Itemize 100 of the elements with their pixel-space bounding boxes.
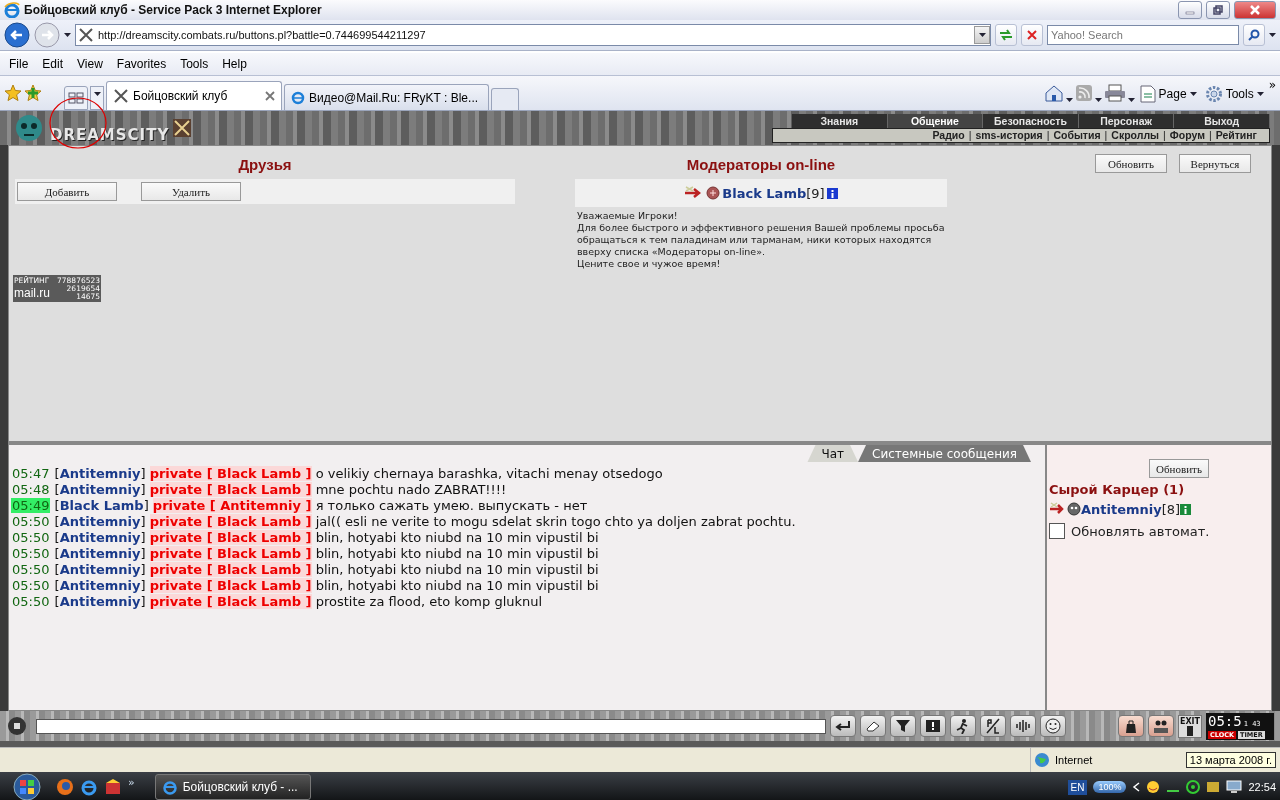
subnav-link[interactable]: Форум [1169, 129, 1205, 141]
security-zone: Internet [1055, 754, 1093, 766]
auto-refresh-checkbox[interactable] [1049, 523, 1065, 539]
crossed-swords-icon [113, 88, 129, 104]
running-figure-button[interactable] [950, 715, 976, 737]
nav-link[interactable]: Общение [887, 113, 984, 128]
refresh-button[interactable] [995, 24, 1017, 46]
message-sender[interactable]: [Antitemniy] [54, 594, 146, 609]
menu-item[interactable]: View [70, 55, 110, 73]
home-icon[interactable] [1043, 84, 1064, 102]
message-sender[interactable]: [Antitemniy] [54, 578, 146, 593]
smiley-icon[interactable] [1146, 780, 1161, 794]
clock-text[interactable]: 22:54 [1248, 781, 1276, 793]
caret-icon[interactable] [978, 33, 986, 37]
add-favorite-icon[interactable] [24, 84, 42, 102]
chat-tab[interactable]: Системные сообщения [858, 445, 1031, 462]
feed-caret-icon[interactable] [1094, 98, 1102, 102]
search-button[interactable] [1243, 24, 1265, 46]
friends-action-button[interactable]: Добавить [17, 182, 117, 201]
subnav-link[interactable]: Радио [932, 129, 965, 141]
stop-button[interactable] [1021, 24, 1043, 46]
restore-button[interactable] [1206, 1, 1230, 19]
message-time: 05:50 [11, 514, 51, 529]
address-dropdown[interactable] [974, 26, 990, 44]
caret-icon[interactable] [1256, 92, 1264, 96]
nav-link[interactable]: Персонаж [1078, 113, 1175, 128]
message-sender[interactable]: [Antitemniy] [54, 546, 146, 561]
message-sender[interactable]: [Antitemniy] [54, 562, 146, 577]
browser-tab[interactable]: Видео@Mail.Ru: FRyKT : Ble... [284, 84, 489, 110]
menu-item[interactable]: File [2, 55, 36, 73]
caret-icon[interactable] [1189, 92, 1197, 96]
moderator-name[interactable]: Black Lamb[9] [722, 185, 825, 201]
filter-button[interactable] [890, 715, 916, 737]
jail-user-name[interactable]: Antitemniy[8] [1081, 501, 1181, 517]
menu-item[interactable]: Edit [35, 55, 71, 73]
caret-icon[interactable] [93, 92, 101, 96]
print-caret-icon[interactable] [1127, 98, 1135, 102]
notice-text: Уважаемые Игроки! Для более быстрого и эффективного решения Вашей проблемы просьба обращаться к тем паладинам или тарманам, ники которых находятся вверху списка «Модераторы on-line». Цените свое и чужое время! [576, 209, 946, 271]
refresh-button[interactable]: Обновить [1149, 459, 1209, 478]
search-field[interactable]: Yahoo! Search [1047, 25, 1239, 45]
message-sender[interactable]: [Antitemniy] [54, 466, 146, 481]
crossed-swords-icon[interactable] [173, 119, 192, 137]
friends-action-button[interactable]: Удалить [141, 182, 241, 201]
subnav-link[interactable]: Скроллы [1111, 129, 1160, 141]
chat-tab[interactable]: Чат [807, 445, 859, 462]
panel-button[interactable]: Вернуться [1179, 154, 1251, 173]
send-button[interactable] [830, 715, 856, 737]
bag-button[interactable] [1117, 715, 1144, 737]
quick-tabs-button[interactable] [64, 86, 88, 110]
close-button[interactable] [1234, 1, 1276, 19]
command-menu[interactable]: Page [1136, 85, 1200, 103]
ie-icon[interactable] [80, 778, 98, 796]
pl-button[interactable] [980, 715, 1006, 737]
favorites-star-icon[interactable] [4, 84, 22, 102]
message-sender[interactable]: [Antitemniy] [54, 514, 146, 529]
chat-input[interactable] [36, 718, 826, 734]
message-sender[interactable]: [Black Lamb] [54, 498, 149, 513]
tab-list-button[interactable] [90, 86, 104, 110]
monitor-icon[interactable] [1226, 780, 1243, 794]
printer-icon[interactable] [1103, 84, 1126, 102]
tray-app-icon[interactable] [1206, 780, 1221, 794]
menu-item[interactable]: Help [215, 55, 254, 73]
message-sender[interactable]: [Antitemniy] [54, 482, 146, 497]
jail-title: Сырой Карцер (1) [1049, 482, 1186, 497]
menu-item[interactable]: Favorites [109, 55, 174, 73]
menu-item[interactable]: Tools [173, 55, 216, 73]
close-tab-icon[interactable] [265, 91, 275, 101]
game-icon[interactable] [104, 778, 122, 796]
exit-button[interactable]: EXIT [1177, 714, 1202, 738]
address-field[interactable]: http://dreamscity.combats.ru/buttons.pl?battle=0.744699544211297 [75, 24, 991, 46]
search-caret-icon[interactable] [1269, 33, 1276, 37]
history-caret-icon[interactable] [64, 33, 71, 37]
nav-link[interactable]: Безопасность [983, 113, 1079, 128]
info-icon[interactable] [826, 187, 838, 199]
message-time: 05:50 [11, 578, 51, 593]
browser-tab[interactable]: Бойцовский клуб [106, 81, 282, 110]
home-caret-icon[interactable] [1065, 98, 1073, 102]
message-sender[interactable]: [Antitemniy] [54, 530, 146, 545]
nav-link[interactable]: Знания [792, 113, 888, 128]
quick-launch-more[interactable]: » [128, 775, 135, 789]
panel-button[interactable]: Обновить [1095, 154, 1167, 173]
firefox-globe-icon[interactable] [56, 778, 74, 796]
subnav-link[interactable]: sms-история [975, 129, 1043, 141]
nav-link[interactable]: Выход [1174, 113, 1270, 128]
more-commands-button[interactable]: » [1268, 78, 1276, 92]
message-text: mne pochtu nado ZABRAT!!!! [315, 482, 507, 497]
subnav-link[interactable]: Рейтинг [1215, 129, 1257, 141]
language-indicator[interactable]: EN [1067, 779, 1088, 795]
group-button[interactable] [1147, 715, 1174, 737]
command-menu[interactable]: Tools [1201, 85, 1267, 103]
taskbar-button[interactable]: Бойцовский клуб - ... [154, 774, 311, 800]
smiley-button[interactable] [1040, 715, 1066, 737]
alert-button[interactable] [920, 715, 946, 737]
eraser-button[interactable] [860, 715, 886, 737]
chevron-left-icon[interactable] [1132, 782, 1141, 792]
sound-button[interactable] [1010, 715, 1036, 737]
back-button[interactable] [4, 22, 30, 48]
subnav-link[interactable]: События [1053, 129, 1101, 141]
speaker-head-icon[interactable] [6, 716, 28, 736]
info-icon[interactable] [1180, 503, 1192, 515]
